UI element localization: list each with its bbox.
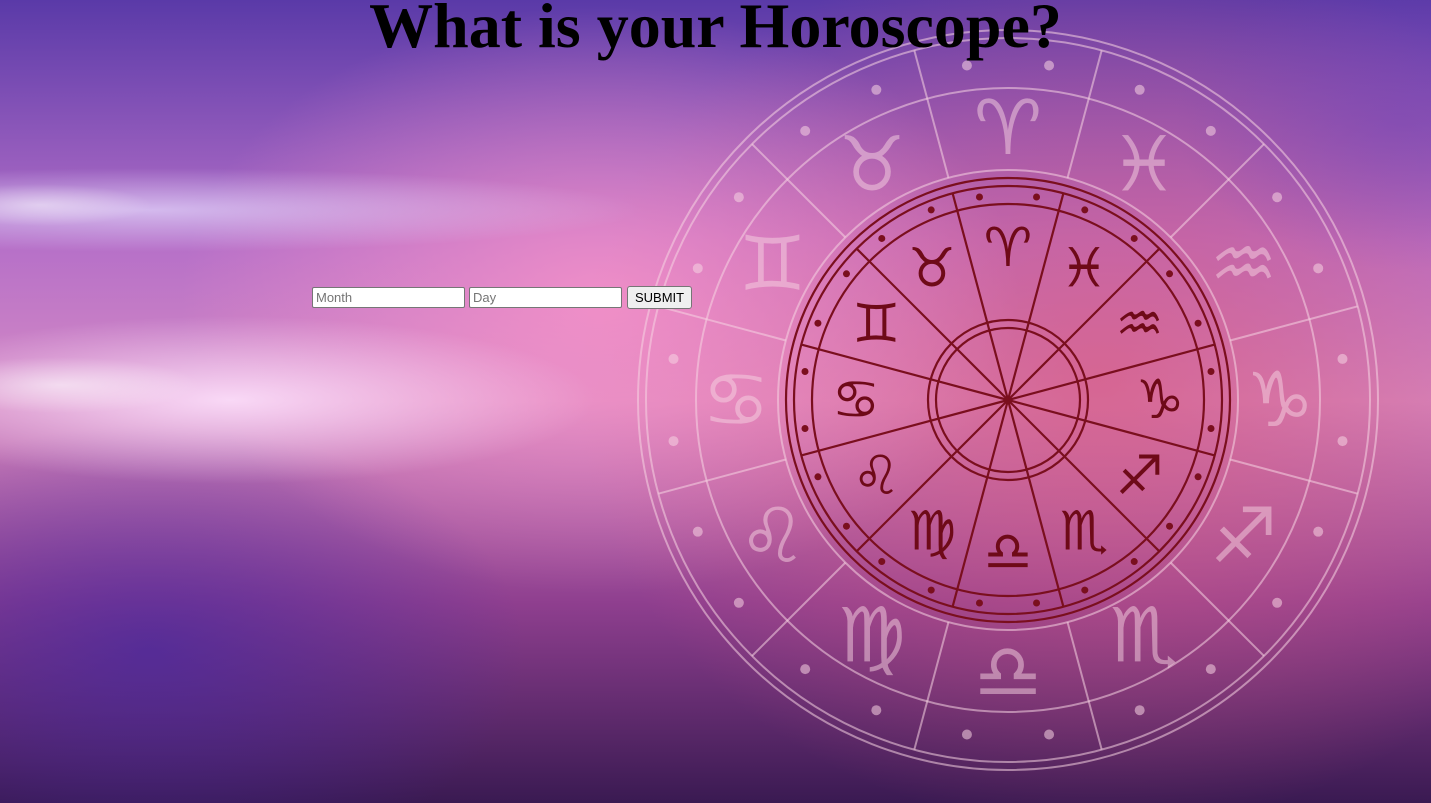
outer-ring-dot	[1337, 436, 1348, 447]
inner-ring-dot	[1166, 522, 1174, 530]
inner-ring-dot	[814, 473, 822, 481]
inner-ring-dot	[927, 206, 935, 214]
outer-ring-dot	[1313, 526, 1324, 537]
inner-ring-dot	[1166, 270, 1174, 278]
outer-ring-divider	[1066, 621, 1103, 750]
inner-ring-dot	[975, 193, 983, 201]
outer-ring-dot	[800, 664, 811, 675]
outer-ring-dot	[1205, 125, 1216, 136]
inner-ring-dot	[1081, 586, 1089, 594]
inner-zodiac-glyph: ♑	[1136, 368, 1184, 431]
inner-zodiac-glyph: ♌	[852, 444, 900, 507]
outer-zodiac-glyph: ♏	[1110, 591, 1178, 680]
outer-zodiac-glyph: ♉	[838, 119, 906, 208]
outer-ring-dot	[1272, 192, 1283, 203]
outer-ring-divider	[913, 50, 950, 179]
outer-ring-dot	[668, 436, 679, 447]
inner-zodiac-glyph: ♎	[984, 520, 1032, 583]
zodiac-wheel-image: ♈ ♓♒♑♐♏♎♍♌♋♊♉ ♈ ♓♒♑♐♏♎♍♌♋♊♉	[637, 29, 1379, 771]
outer-ring-dot	[1134, 705, 1145, 716]
horoscope-form: SUBMIT	[312, 286, 693, 309]
inner-ring-dot	[1130, 558, 1138, 566]
inner-zodiac-glyph: ♈	[984, 216, 1032, 279]
outer-zodiac-glyph: ♍	[838, 591, 906, 680]
inner-ring-dot	[814, 319, 822, 327]
outer-zodiac-glyph: ♓	[1110, 119, 1178, 208]
inner-zodiac-glyph: ♏	[1060, 500, 1108, 563]
outer-ring-dot	[668, 353, 679, 364]
outer-ring-divider	[1229, 458, 1358, 495]
inner-ring-dot	[1194, 319, 1202, 327]
month-input[interactable]	[312, 287, 465, 308]
outer-ring-dot	[1272, 597, 1283, 608]
day-input[interactable]	[469, 287, 622, 308]
inner-ring-dot	[1207, 367, 1215, 375]
inner-ring-dot	[927, 586, 935, 594]
outer-ring-dot	[692, 263, 703, 274]
inner-zodiac-glyph: ♊	[852, 292, 900, 355]
inner-zodiac-glyph: ♒	[1115, 292, 1163, 355]
inner-ring-dot	[842, 522, 850, 530]
inner-ring-dot	[1081, 206, 1089, 214]
outer-ring-dot	[1044, 729, 1055, 740]
outer-ring-dot	[692, 526, 703, 537]
outer-ring-divider	[658, 305, 787, 342]
outer-ring-dot	[871, 84, 882, 95]
outer-ring-divider	[658, 458, 787, 495]
outer-ring-dot	[1134, 84, 1145, 95]
outer-zodiac-glyph: ♌	[738, 491, 806, 580]
outer-ring-divider	[913, 621, 950, 750]
inner-zodiac-glyph: ♋	[832, 368, 880, 431]
outer-ring-dot	[800, 125, 811, 136]
outer-ring-dot	[1205, 664, 1216, 675]
inner-ring-dot	[1033, 599, 1041, 607]
inner-ring-dot	[801, 425, 809, 433]
page-title: What is your Horoscope?	[369, 0, 1062, 61]
outer-ring-dot	[1337, 353, 1348, 364]
outer-zodiac-glyph: ♑	[1246, 355, 1314, 444]
inner-zodiac-glyph: ♉	[908, 236, 956, 299]
outer-zodiac-glyph: ♒	[1209, 219, 1277, 308]
inner-ring-dot	[1130, 234, 1138, 242]
inner-zodiac-glyph: ♍	[908, 500, 956, 563]
outer-zodiac-glyph: ♋	[702, 355, 770, 444]
outer-ring-dot	[733, 192, 744, 203]
inner-ring-dot	[842, 270, 850, 278]
outer-zodiac-glyph: ♐	[1209, 491, 1277, 580]
outer-ring-dot	[733, 597, 744, 608]
outer-ring-dot	[871, 705, 882, 716]
outer-zodiac-glyph: ♈	[974, 83, 1042, 172]
outer-zodiac-glyph: ♊	[738, 219, 806, 308]
outer-ring-divider	[1229, 305, 1358, 342]
inner-ring-dot	[878, 234, 886, 242]
inner-ring-dot	[1033, 193, 1041, 201]
inner-ring-dot	[801, 367, 809, 375]
outer-ring-dot	[1313, 263, 1324, 274]
outer-ring-divider	[1066, 50, 1103, 179]
inner-zodiac-glyph: ♐	[1115, 444, 1163, 507]
inner-ring-dot	[975, 599, 983, 607]
outer-zodiac-glyph: ♎	[974, 627, 1042, 716]
outer-ring-dot	[961, 729, 972, 740]
inner-ring-dot	[878, 558, 886, 566]
inner-ring-dot	[1194, 473, 1202, 481]
inner-ring-dot	[1207, 425, 1215, 433]
submit-button[interactable]: SUBMIT	[627, 286, 693, 309]
inner-zodiac-glyph: ♓	[1060, 236, 1108, 299]
